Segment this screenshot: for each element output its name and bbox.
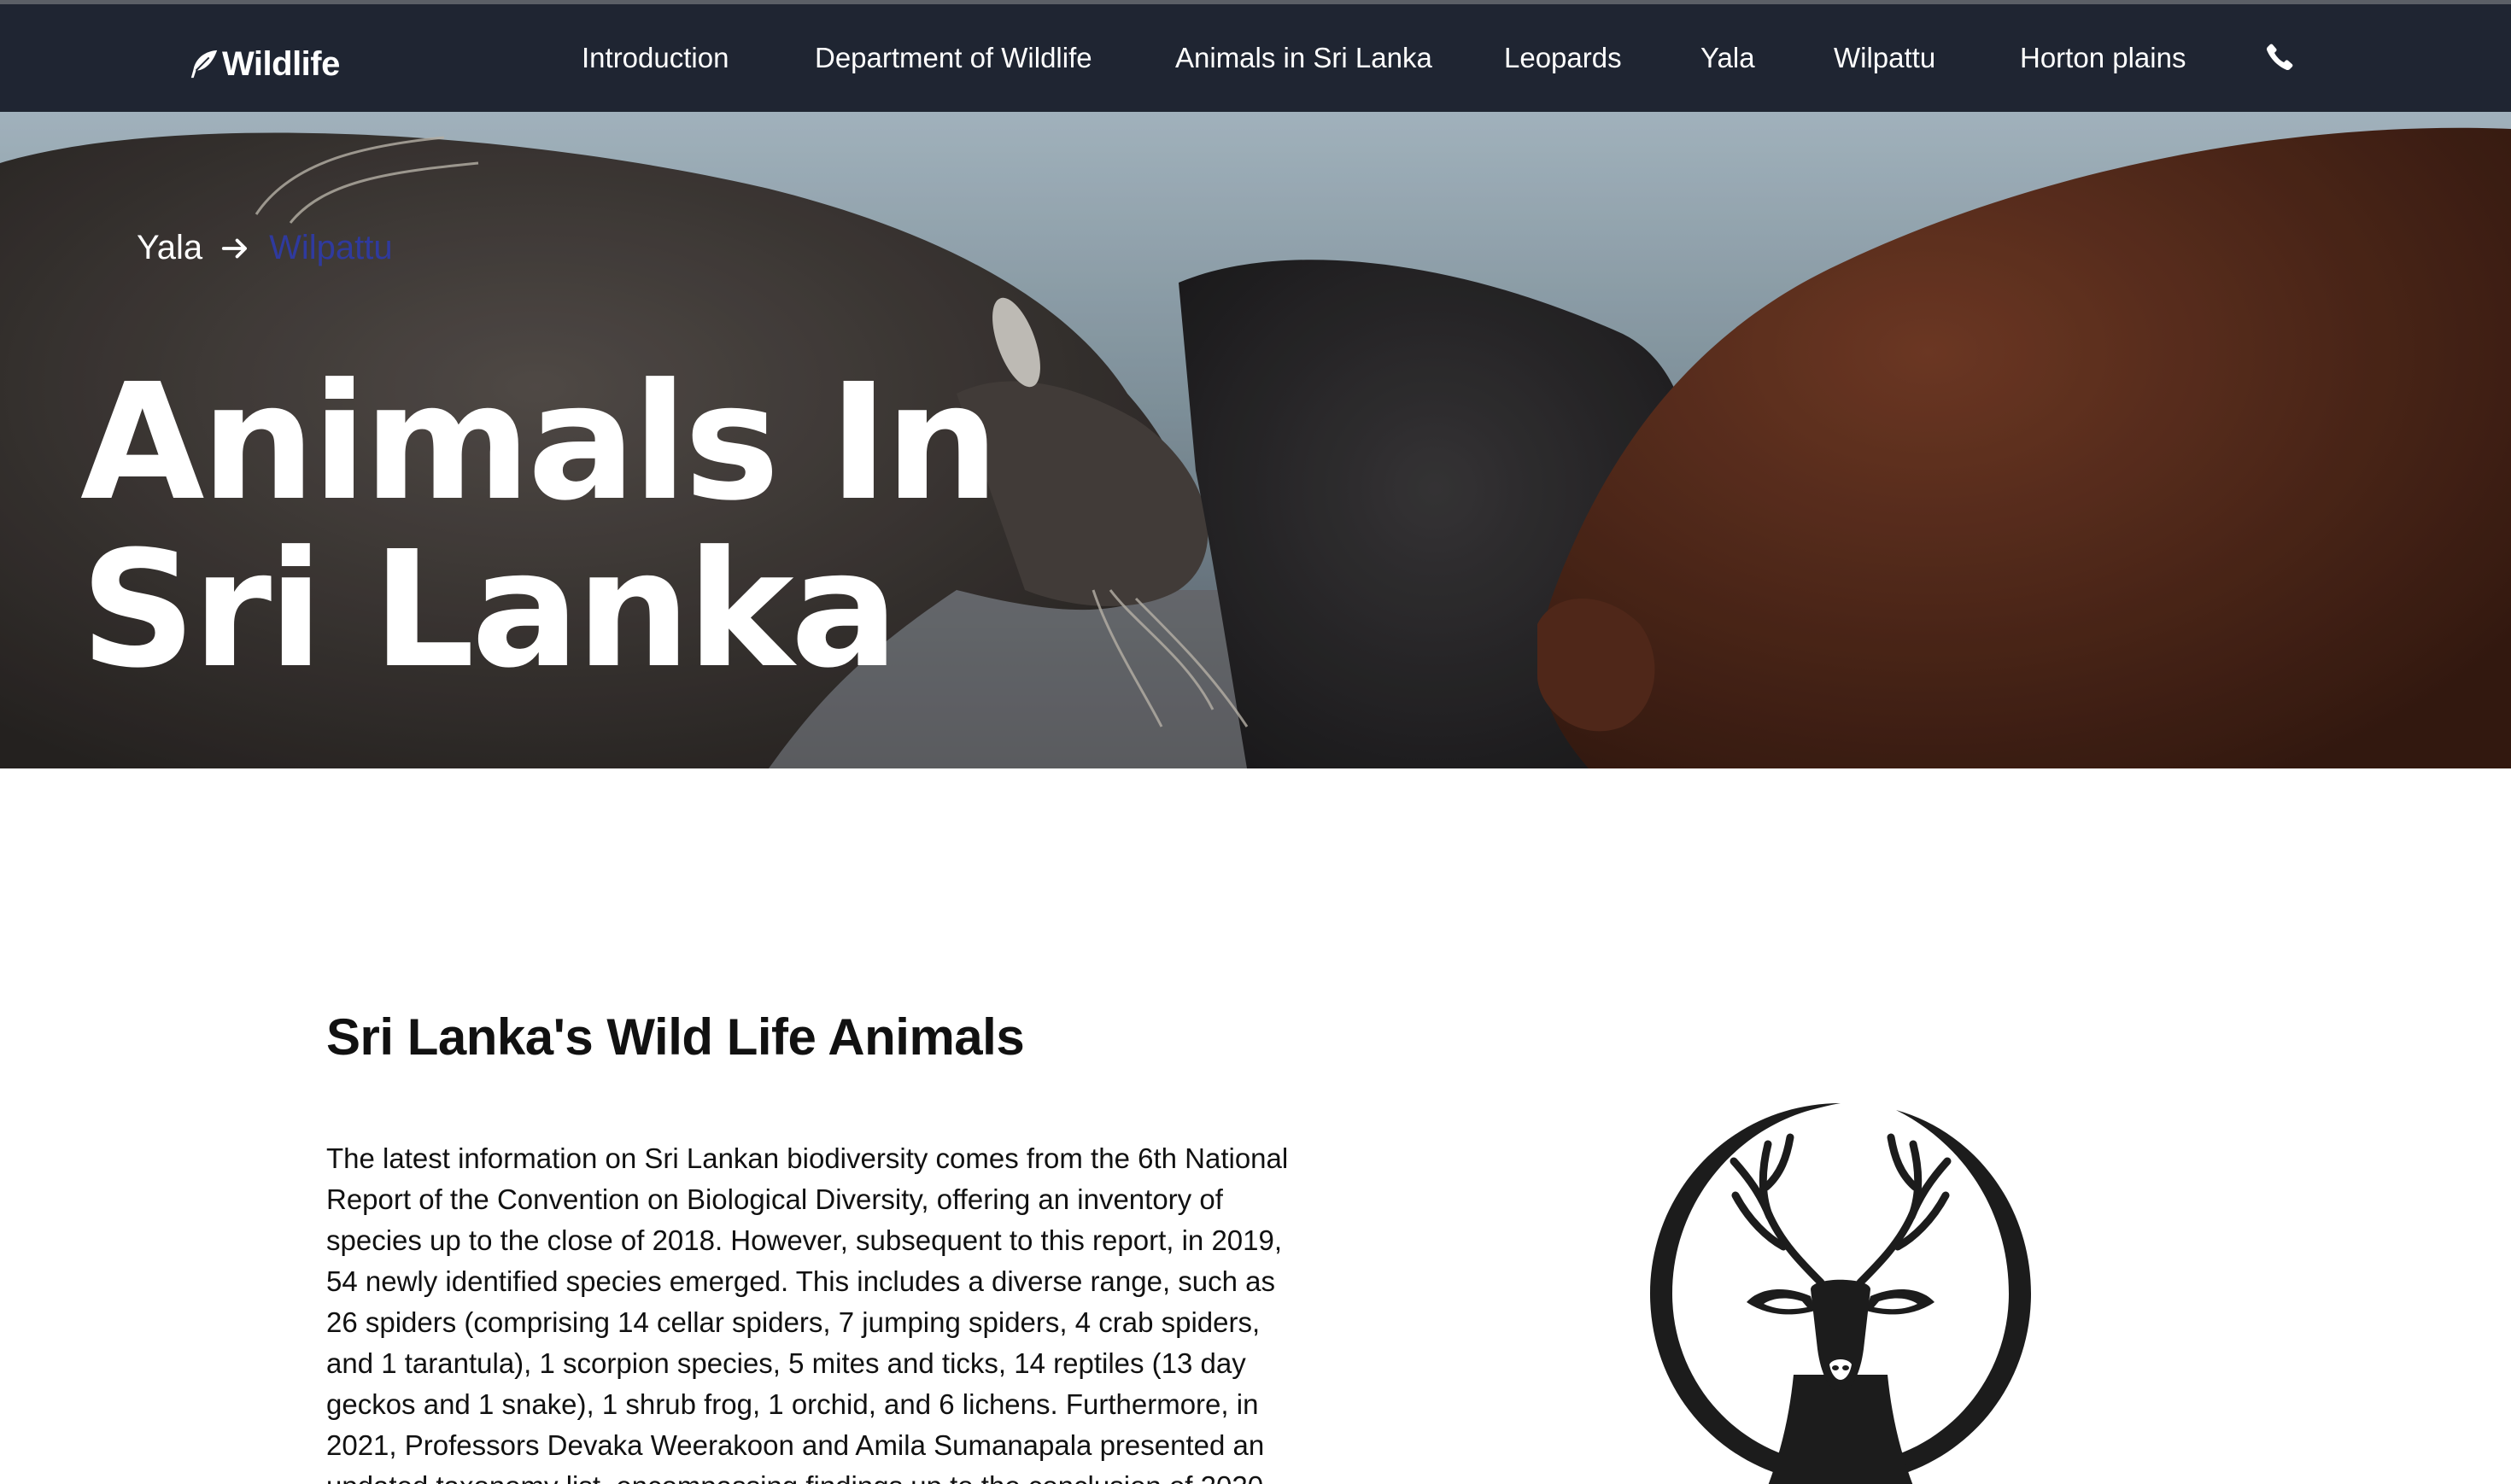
hero-banner: Yala Wilpattu Animals In Sri Lanka <box>0 112 2511 768</box>
page-title: Animals In Sri Lanka <box>80 349 999 704</box>
nav-links: Introduction Department of Wildlife Anim… <box>0 4 2511 112</box>
section-title: Sri Lanka's Wild Life Animals <box>326 1008 1025 1066</box>
breadcrumb: Yala Wilpattu <box>137 229 393 267</box>
nav-link-horton-plains[interactable]: Horton plains <box>2020 42 2186 74</box>
phone-icon[interactable] <box>2264 42 2295 73</box>
arrow-right-icon <box>221 238 248 258</box>
nav-link-leopards[interactable]: Leopards <box>1504 42 1622 74</box>
nav-link-wilpattu[interactable]: Wilpattu <box>1834 42 1935 74</box>
nav-link-animals-in-sri-lanka[interactable]: Animals in Sri Lanka <box>1175 42 1432 74</box>
navbar: Wildlife Introduction Department of Wild… <box>0 4 2511 112</box>
nav-link-department-of-wildlife[interactable]: Department of Wildlife <box>815 42 1092 74</box>
section-paragraph: The latest information on Sri Lankan bio… <box>326 1142 1289 1484</box>
breadcrumb-wilpattu[interactable]: Wilpattu <box>269 229 393 267</box>
nav-link-introduction[interactable]: Introduction <box>582 42 729 74</box>
nav-link-yala[interactable]: Yala <box>1700 42 1755 74</box>
deer-logo-icon <box>1650 1103 2031 1484</box>
breadcrumb-yala[interactable]: Yala <box>137 229 202 267</box>
